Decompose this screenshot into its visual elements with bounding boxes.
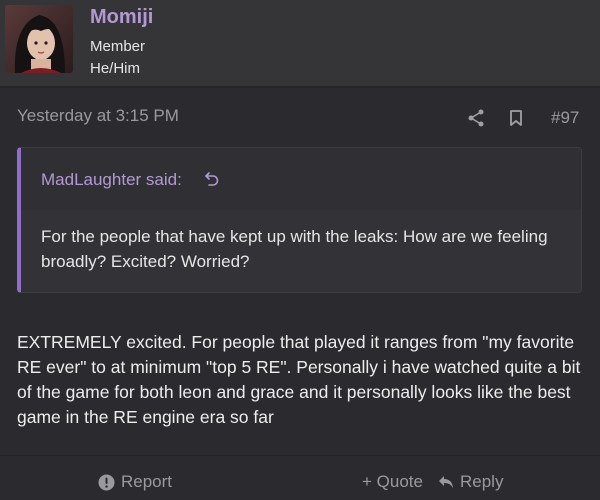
report-button[interactable]: Report — [98, 472, 172, 492]
quote-label: + Quote — [362, 472, 423, 491]
quote-text: For the people that have kept up with th… — [41, 227, 548, 271]
user-role: Member — [90, 38, 146, 55]
post-number-link[interactable]: #97 — [551, 108, 579, 128]
report-label: Report — [121, 472, 173, 491]
quote-header: MadLaughter said: — [21, 148, 581, 210]
post-timestamp[interactable]: Yesterday at 3:15 PM — [17, 106, 179, 126]
bookmark-icon[interactable] — [506, 108, 526, 128]
reply-arrow-icon — [438, 475, 454, 489]
user-header: Momiji Member He/Him — [0, 0, 600, 86]
alert-circle-icon — [98, 474, 115, 491]
username[interactable]: Momiji — [90, 6, 153, 29]
avatar[interactable] — [5, 5, 73, 73]
post-body: EXTREMELY excited. For people that playe… — [17, 332, 581, 427]
reply-label: Reply — [460, 472, 504, 491]
reply-button[interactable]: Reply — [438, 472, 503, 492]
quote-jump-icon[interactable] — [204, 171, 220, 187]
quote-author[interactable]: MadLaughter said: — [41, 170, 182, 190]
quote-button[interactable]: + Quote — [362, 472, 423, 492]
post-actions: Report + Quote Reply — [0, 455, 600, 500]
divider — [0, 86, 600, 88]
forum-post: Momiji Member He/Him Yesterday at 3:15 P… — [0, 0, 600, 500]
quote-block: MadLaughter said: For the people that ha… — [17, 147, 582, 293]
user-pronouns: He/Him — [90, 60, 141, 77]
share-icon[interactable] — [466, 108, 486, 128]
